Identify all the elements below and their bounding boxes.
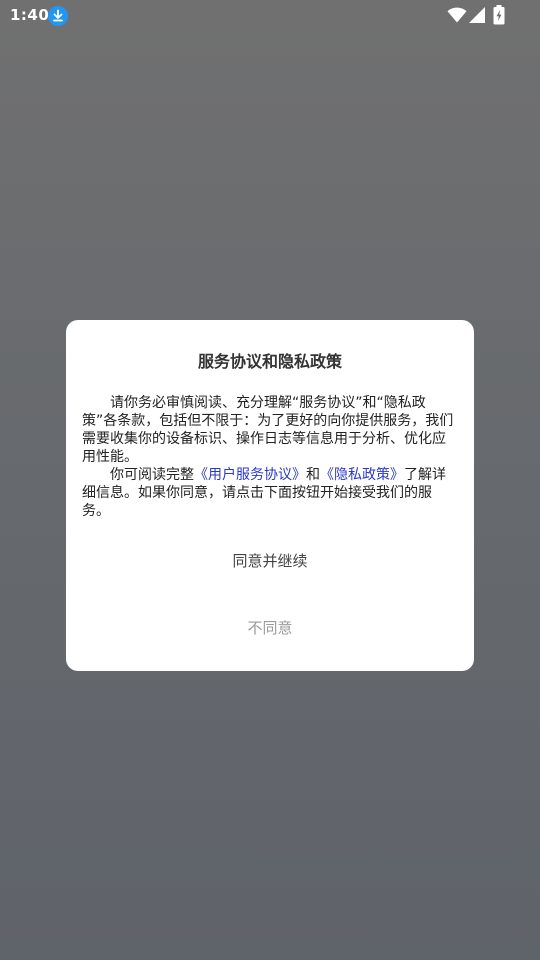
paragraph-2-middle: 和 <box>306 467 320 483</box>
privacy-dialog: 服务协议和隐私政策 请你务必审慎阅读、充分理解“服务协议”和“隐私政策”各条款，… <box>66 320 474 671</box>
disagree-button[interactable]: 不同意 <box>66 611 474 645</box>
dialog-body: 请你务必审慎阅读、充分理解“服务协议”和“隐私政策”各条款，包括但不限于：为了更… <box>82 394 458 520</box>
dialog-title: 服务协议和隐私政策 <box>197 352 342 371</box>
download-icon <box>48 6 68 26</box>
wifi-icon <box>447 7 467 23</box>
agree-continue-button[interactable]: 同意并继续 <box>66 544 474 578</box>
user-agreement-link[interactable]: 《用户服务协议》 <box>194 467 306 483</box>
dialog-paragraph-2: 你可阅读完整《用户服务协议》和《隐私政策》了解详细信息。如果你同意，请点击下面按… <box>82 466 458 520</box>
privacy-policy-link[interactable]: 《隐私政策》 <box>320 467 404 483</box>
signal-icon <box>469 7 485 23</box>
dialog-paragraph-1: 请你务必审慎阅读、充分理解“服务协议”和“隐私政策”各条款，包括但不限于：为了更… <box>82 395 454 465</box>
paragraph-2-prefix: 你可阅读完整 <box>110 467 194 483</box>
status-bar: 1:40 <box>0 0 540 32</box>
battery-charging-icon <box>493 5 505 25</box>
status-time: 1:40 <box>10 6 50 24</box>
